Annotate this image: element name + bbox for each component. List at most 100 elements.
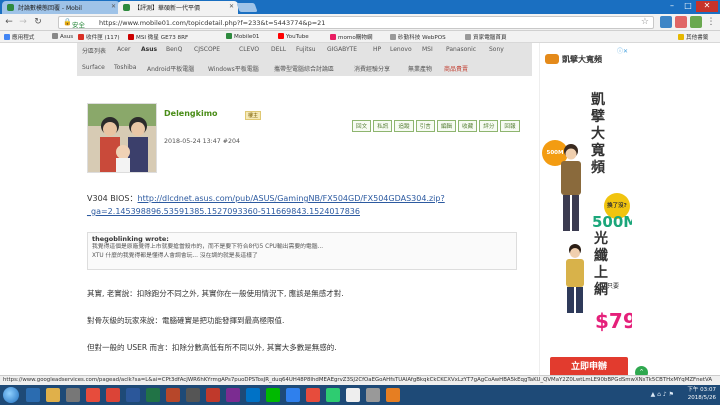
forward-icon[interactable]: →: [17, 16, 29, 28]
apply-now-button[interactable]: 立即申辦: [550, 357, 628, 377]
brand-link[interactable]: Asus: [141, 46, 157, 53]
excel-icon[interactable]: [146, 388, 160, 402]
author-name[interactable]: Delengkimo: [164, 109, 218, 118]
edit-button[interactable]: 編輯: [436, 120, 457, 132]
app-icon[interactable]: [366, 388, 380, 402]
bookmark-item[interactable]: 砂勤科技 WebPOS: [390, 33, 446, 41]
app-icon[interactable]: [326, 388, 340, 402]
lock-icon: 🔒: [63, 18, 72, 26]
tab-active[interactable]: 【評測】華碩新一代平價 ✕: [118, 1, 238, 14]
quote-block: thegoblinking wrote: 我覺得這個是原廠覺得上市就要搶當殺市的…: [87, 232, 517, 270]
apps-icon: [4, 34, 10, 40]
brand-link[interactable]: 消費經驗分享: [354, 64, 390, 73]
brand-link[interactable]: Toshiba: [114, 64, 136, 71]
tab-inactive[interactable]: 討論數模態回覆 - Mobil ✕: [2, 1, 120, 14]
secure-label: 安全: [72, 21, 85, 29]
bookmark-item[interactable]: 應用程式: [4, 33, 34, 41]
left-margin: [0, 43, 77, 377]
brand-link[interactable]: 分區列表: [82, 46, 106, 55]
bookmark-item[interactable]: Mobile01: [226, 33, 259, 40]
brand-link[interactable]: Surface: [82, 64, 105, 71]
extension-icon[interactable]: [660, 16, 672, 28]
brand-link[interactable]: Sony: [489, 46, 504, 53]
back-icon[interactable]: ←: [3, 16, 15, 28]
minimize-icon[interactable]: –: [664, 1, 680, 12]
onenote-icon[interactable]: [226, 388, 240, 402]
bookmark-item[interactable]: 收件匣 (117): [78, 33, 120, 41]
url-text[interactable]: https://www.mobile01.com/topicdetail.php…: [99, 19, 325, 27]
bookmark-item[interactable]: 資家電腦首頁: [465, 33, 507, 41]
acrobat-icon[interactable]: [306, 388, 320, 402]
ad-brand: 凱擘大寬頻: [562, 55, 602, 64]
gmail-icon: [78, 34, 84, 40]
rate-button[interactable]: 評分: [479, 120, 499, 132]
brand-link[interactable]: Android平板電腦: [147, 64, 194, 73]
mobile01-favicon-icon: [7, 4, 14, 11]
message-button[interactable]: 私訊: [373, 120, 393, 132]
bookmark-star-icon[interactable]: ☆: [641, 17, 649, 27]
web-page: 分區列表 Acer Asus BenQ CJSCOPE CLEVO DELL F…: [0, 43, 720, 377]
brand-link[interactable]: Fujitsu: [296, 46, 316, 53]
quote-button[interactable]: 引言: [415, 120, 435, 132]
report-button[interactable]: 回報: [500, 120, 520, 132]
brand-link[interactable]: Windows平板電腦: [208, 64, 259, 73]
brand-link[interactable]: CJSCOPE: [194, 46, 220, 53]
banner-ad[interactable]: ⓘ✕ 凱擘大寬頻 凱擘大寬頻 500M 換了沒? 500M 光纖上網 只要 $7…: [539, 43, 632, 377]
app-icon[interactable]: [86, 388, 100, 402]
brand-link[interactable]: Panasonic: [446, 46, 476, 53]
line-icon[interactable]: [266, 388, 280, 402]
brand-link[interactable]: 商品貴賣: [444, 64, 468, 73]
bookmark-item[interactable]: momo購物網: [330, 33, 373, 41]
brand-link[interactable]: Lenovo: [390, 46, 412, 53]
maximize-icon[interactable]: □: [680, 1, 696, 12]
app-icon[interactable]: [186, 388, 200, 402]
word-icon[interactable]: [126, 388, 140, 402]
close-tab-icon[interactable]: ✕: [111, 3, 116, 10]
tab-label: 【評測】華碩新一代平價: [134, 5, 201, 12]
follow-button[interactable]: 追蹤: [394, 120, 414, 132]
brand-link[interactable]: BenQ: [166, 46, 182, 53]
bookmark-item[interactable]: Asus: [52, 33, 73, 40]
app-icon[interactable]: [386, 388, 400, 402]
brand-link[interactable]: DELL: [271, 46, 286, 53]
start-button[interactable]: [3, 387, 19, 403]
brand-link[interactable]: Acer: [117, 46, 130, 53]
address-bar[interactable]: 🔒 安全 https://www.mobile01.com/topicdetai…: [58, 16, 654, 29]
bookmarks-bar: 應用程式 Asus 收件匣 (117) MSI 微星 GE73 8RF Mobi…: [0, 31, 720, 43]
bookmark-item[interactable]: MSI 微星 GE73 8RF: [128, 33, 188, 41]
app-icon[interactable]: [286, 388, 300, 402]
brand-link[interactable]: CLEVO: [239, 46, 259, 53]
brand-link[interactable]: 無業產物: [408, 64, 432, 73]
bios-download-link[interactable]: http://dlcdnet.asus.com/pub/ASUS/GamingN…: [87, 194, 445, 216]
app-icon[interactable]: [346, 388, 360, 402]
outlook-icon[interactable]: [246, 388, 260, 402]
extension-icon[interactable]: [690, 16, 702, 28]
brand-link[interactable]: MSI: [422, 46, 433, 53]
brand-link[interactable]: GIGABYTE: [327, 46, 357, 53]
favorite-button[interactable]: 收藏: [458, 120, 478, 132]
chrome-icon[interactable]: [106, 388, 120, 402]
window-close-icon[interactable]: ✕: [696, 1, 718, 12]
reply-button[interactable]: 回文: [352, 120, 372, 132]
brand-link[interactable]: 攜帶型電腦綜合討論區: [274, 64, 334, 73]
windows-taskbar: ▲ ⌂ ♪ ⚑ 下午 03:07 2018/5/26: [0, 385, 720, 405]
momo-icon: [330, 34, 336, 40]
mobile01-icon: [226, 33, 232, 39]
powerpoint-icon[interactable]: [166, 388, 180, 402]
media-icon[interactable]: [66, 388, 80, 402]
app-icon[interactable]: [206, 388, 220, 402]
other-bookmarks[interactable]: 其他書籤: [678, 33, 708, 41]
ie-icon[interactable]: [26, 388, 40, 402]
menu-icon[interactable]: ⋮: [705, 16, 717, 28]
ad-info-icon[interactable]: ⓘ✕: [617, 46, 628, 55]
close-tab-icon[interactable]: ✕: [229, 3, 234, 10]
brand-link[interactable]: HP: [373, 46, 381, 53]
system-tray-icons[interactable]: ▲ ⌂ ♪ ⚑: [651, 391, 674, 398]
file-explorer-icon[interactable]: [46, 388, 60, 402]
clock[interactable]: 下午 03:07 2018/5/26: [687, 386, 716, 402]
bookmark-item[interactable]: YouTube: [278, 33, 309, 40]
reload-icon[interactable]: ↻: [32, 16, 44, 28]
extension-icon[interactable]: [675, 16, 687, 28]
new-tab-button[interactable]: [236, 3, 258, 12]
avatar[interactable]: [87, 103, 157, 173]
